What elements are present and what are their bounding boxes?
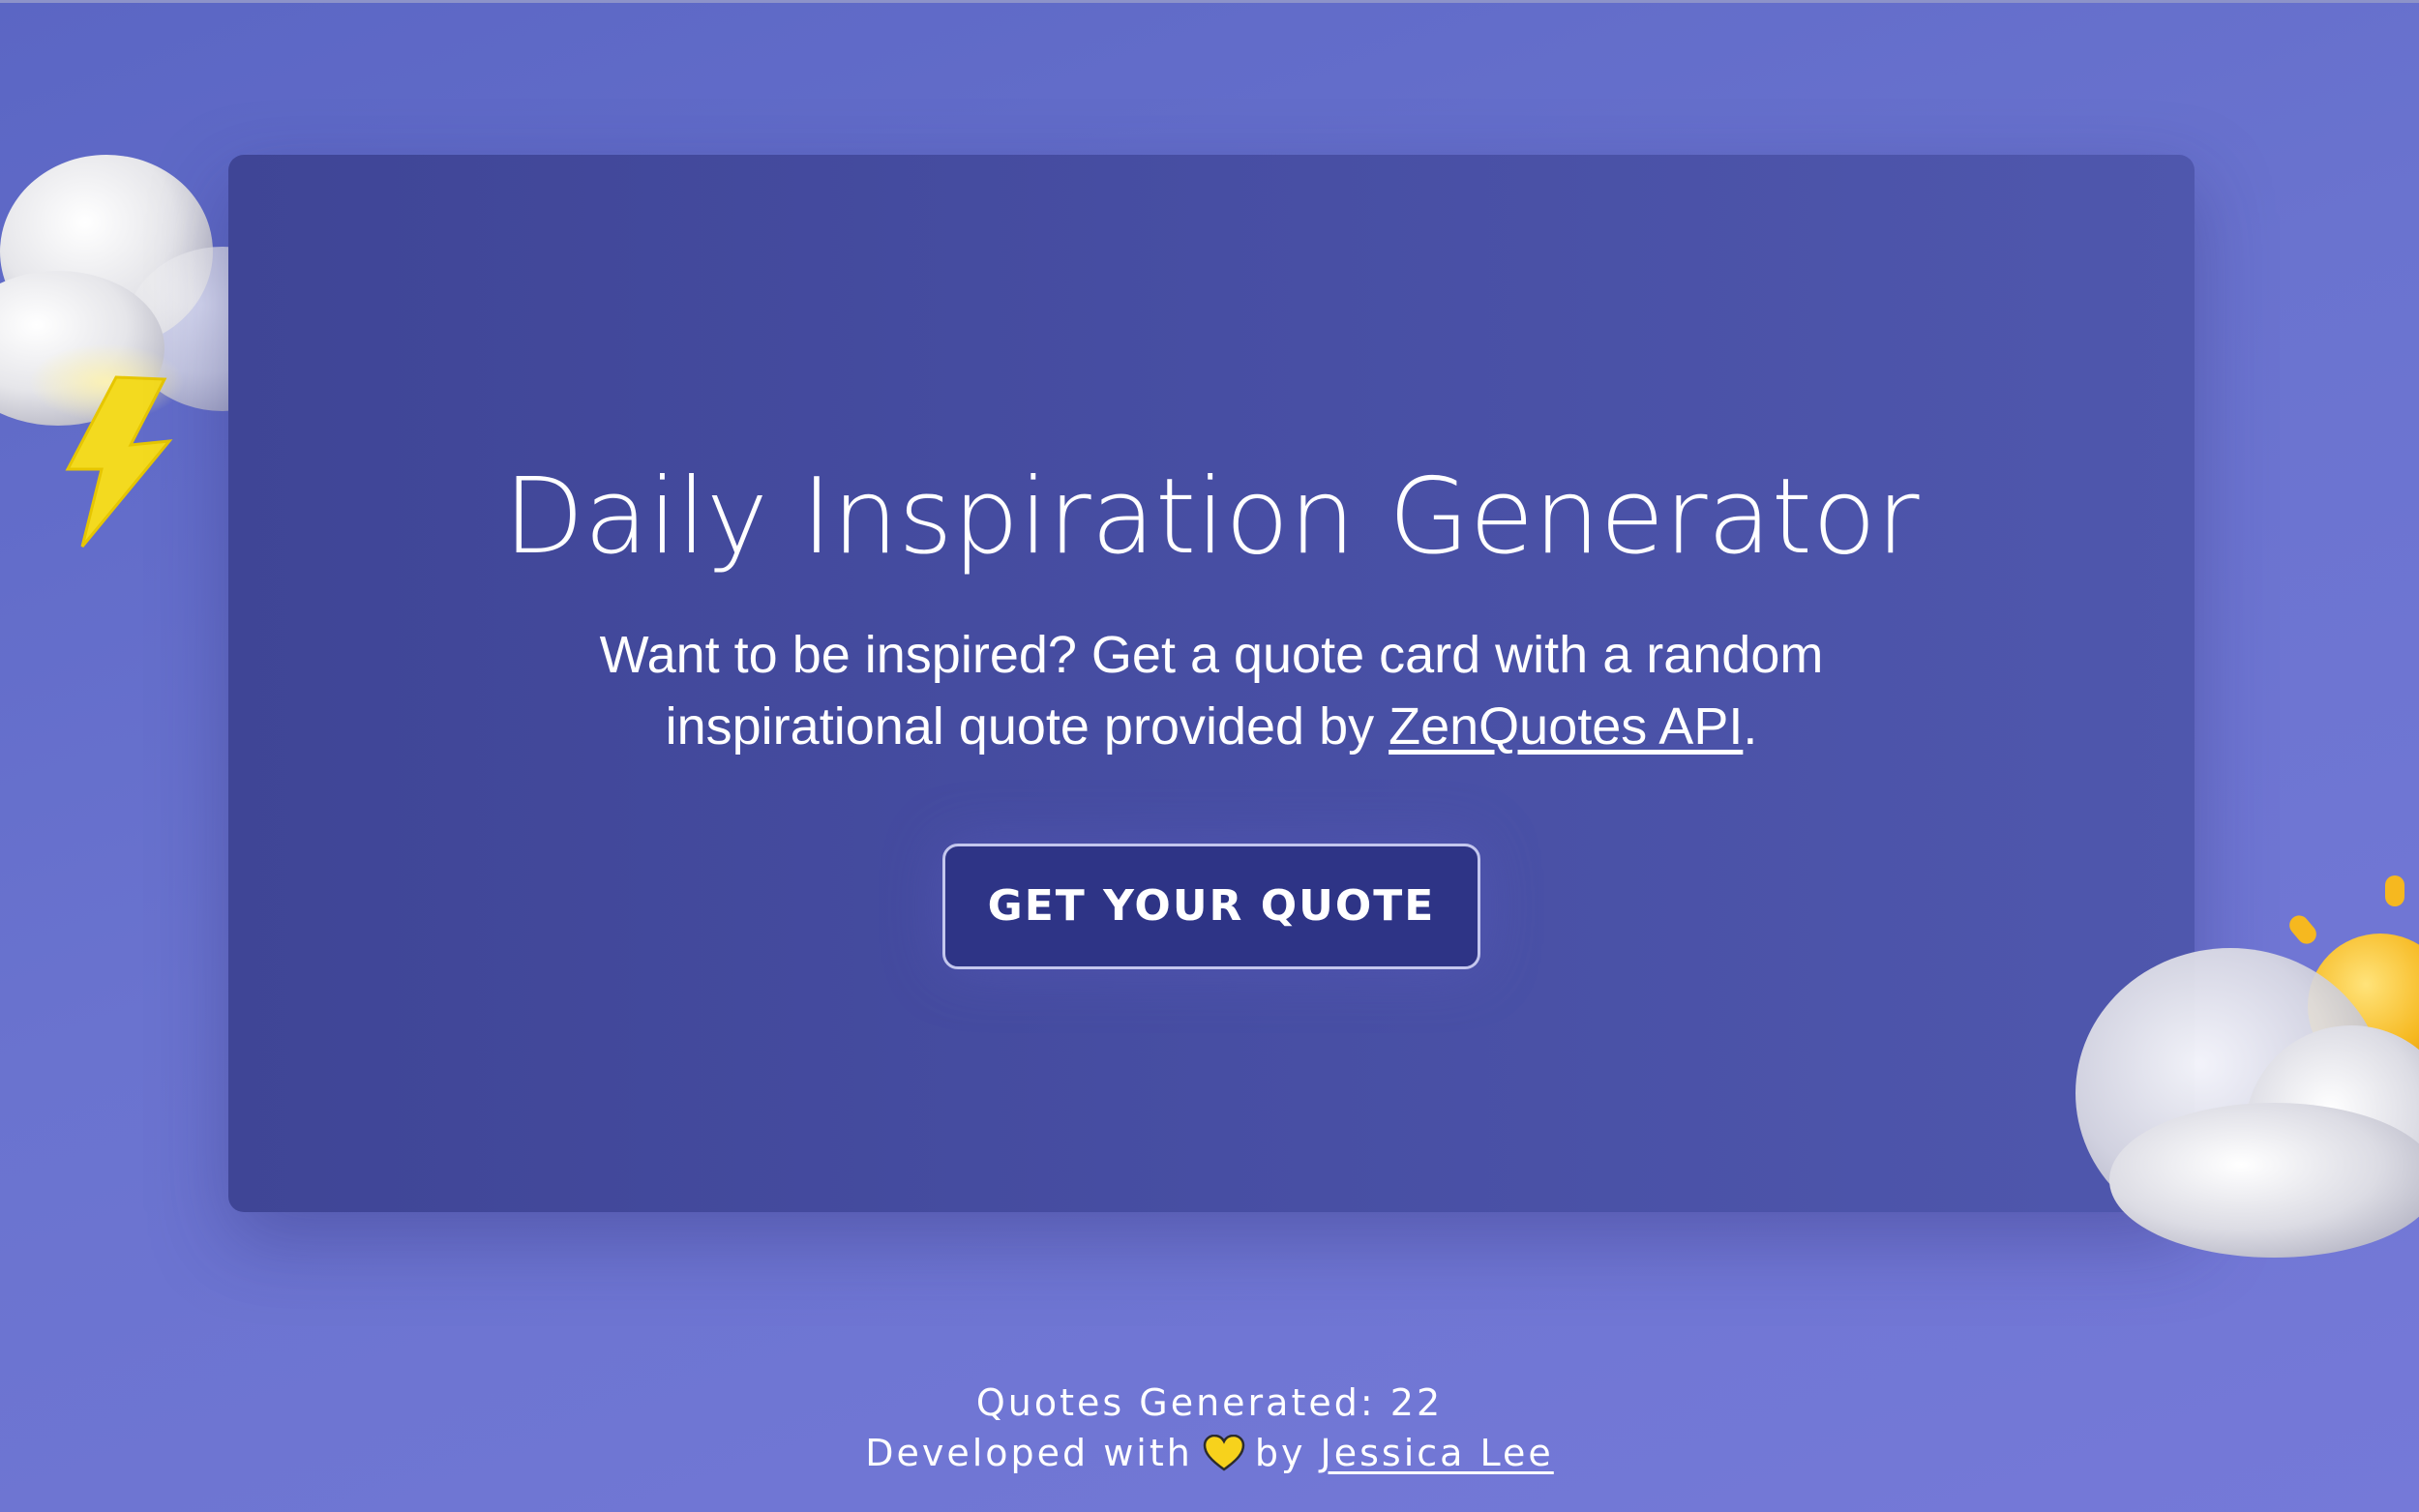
get-quote-button[interactable]: GET YOUR QUOTE [942,843,1480,969]
card-content: Daily Inspiration Generator Want to be i… [228,455,2195,969]
quote-counter: Quotes Generated: 22 [0,1378,2419,1428]
main-card: Daily Inspiration Generator Want to be i… [228,155,2195,1212]
author-link[interactable]: Jessica Lee [1321,1432,1554,1474]
page-subtitle: Want to be inspired? Get a quote card wi… [553,619,1869,762]
counter-label: Quotes Generated: [975,1381,1376,1424]
credit-prefix: Developed with [865,1432,1193,1474]
page-title: Daily Inspiration Generator [503,457,1920,578]
subtitle-end: . [1743,697,1758,756]
credit-by: by [1254,1432,1306,1474]
zenquotes-api-link[interactable]: ZenQuotes API [1389,697,1743,756]
heart-icon [1203,1434,1245,1484]
counter-value: 22 [1389,1381,1444,1424]
footer: Quotes Generated: 22 Developed with by Je… [0,1378,2419,1484]
top-border [0,0,2419,3]
credit-line: Developed with by Jessica Lee [0,1428,2419,1484]
